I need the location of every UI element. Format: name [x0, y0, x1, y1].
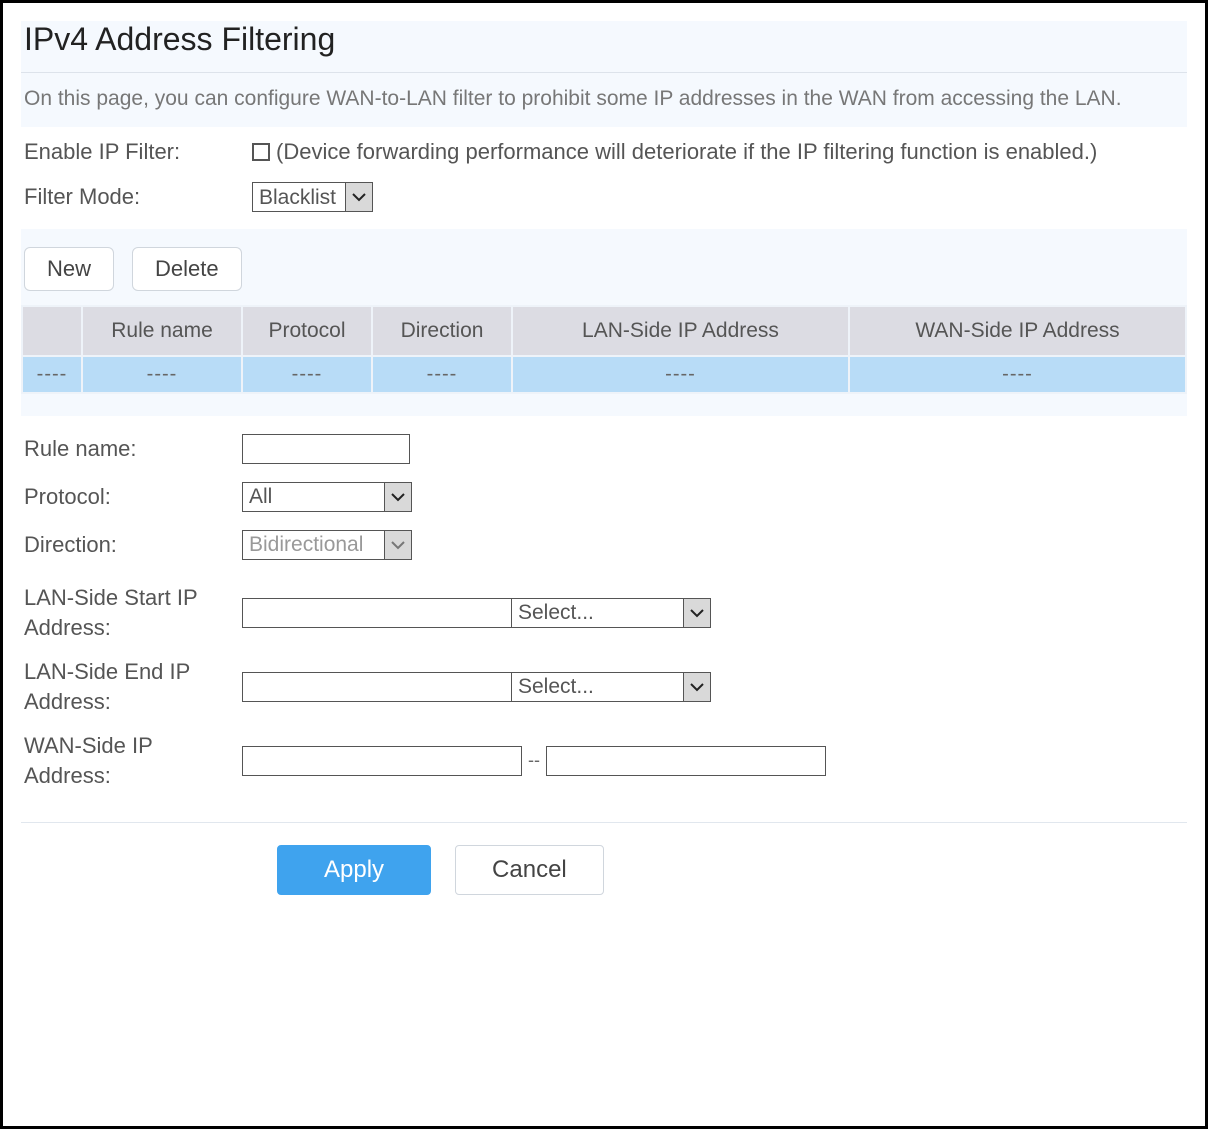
select-protocol[interactable]: All [242, 482, 412, 512]
delete-button[interactable]: Delete [132, 247, 242, 291]
input-lan-start-ip[interactable] [242, 598, 512, 628]
select-filter-mode-value: Blacklist [253, 183, 345, 211]
chevron-down-icon [683, 599, 710, 627]
col-wan-ip: WAN-Side IP Address [849, 306, 1186, 356]
col-select [22, 306, 82, 356]
cell-rule-name: ---- [82, 356, 242, 393]
cell-protocol: ---- [242, 356, 372, 393]
select-lan-start-ip-value: Select... [512, 599, 683, 627]
note-enable-ip-filter: (Device forwarding performance will dete… [276, 137, 1097, 168]
cancel-button[interactable]: Cancel [455, 845, 604, 895]
rules-table: Rule name Protocol Direction LAN-Side IP… [21, 305, 1187, 394]
page-description: On this page, you can configure WAN-to-L… [21, 73, 1187, 127]
col-direction: Direction [372, 306, 512, 356]
label-lan-start-ip: LAN-Side Start IP Address: [24, 583, 242, 642]
cell-wan-ip: ---- [849, 356, 1186, 393]
label-wan-ip: WAN-Side IP Address: [24, 731, 242, 790]
cell-select: ---- [22, 356, 82, 393]
apply-button[interactable]: Apply [277, 845, 431, 895]
col-lan-ip: LAN-Side IP Address [512, 306, 849, 356]
chevron-down-icon [683, 673, 710, 701]
new-button[interactable]: New [24, 247, 114, 291]
checkbox-enable-ip-filter[interactable] [252, 143, 270, 161]
select-lan-start-ip[interactable]: Select... [511, 598, 711, 628]
label-protocol: Protocol: [24, 482, 242, 512]
actions-bar: Apply Cancel [21, 822, 1187, 895]
col-rule-name: Rule name [82, 306, 242, 356]
chevron-down-icon [345, 183, 372, 211]
select-direction-value: Bidirectional [243, 531, 384, 559]
col-protocol: Protocol [242, 306, 372, 356]
label-rule-name: Rule name: [24, 434, 242, 464]
input-wan-start-ip[interactable] [242, 746, 522, 776]
select-protocol-value: All [243, 483, 384, 511]
select-lan-end-ip[interactable]: Select... [511, 672, 711, 702]
cell-direction: ---- [372, 356, 512, 393]
table-row[interactable]: ---- ---- ---- ---- ---- ---- [22, 356, 1186, 393]
label-enable-ip-filter: Enable IP Filter: [24, 137, 252, 165]
input-rule-name[interactable] [242, 434, 410, 464]
page-title: IPv4 Address Filtering [24, 21, 1187, 58]
select-direction[interactable]: Bidirectional [242, 530, 412, 560]
label-direction: Direction: [24, 530, 242, 560]
select-lan-end-ip-value: Select... [512, 673, 683, 701]
label-filter-mode: Filter Mode: [24, 182, 252, 210]
label-lan-end-ip: LAN-Side End IP Address: [24, 657, 242, 716]
input-wan-end-ip[interactable] [546, 746, 826, 776]
input-lan-end-ip[interactable] [242, 672, 512, 702]
chevron-down-icon [384, 483, 411, 511]
cell-lan-ip: ---- [512, 356, 849, 393]
wan-range-separator: -- [522, 750, 546, 771]
select-filter-mode[interactable]: Blacklist [252, 182, 373, 212]
table-header-row: Rule name Protocol Direction LAN-Side IP… [22, 306, 1186, 356]
chevron-down-icon [384, 531, 411, 559]
